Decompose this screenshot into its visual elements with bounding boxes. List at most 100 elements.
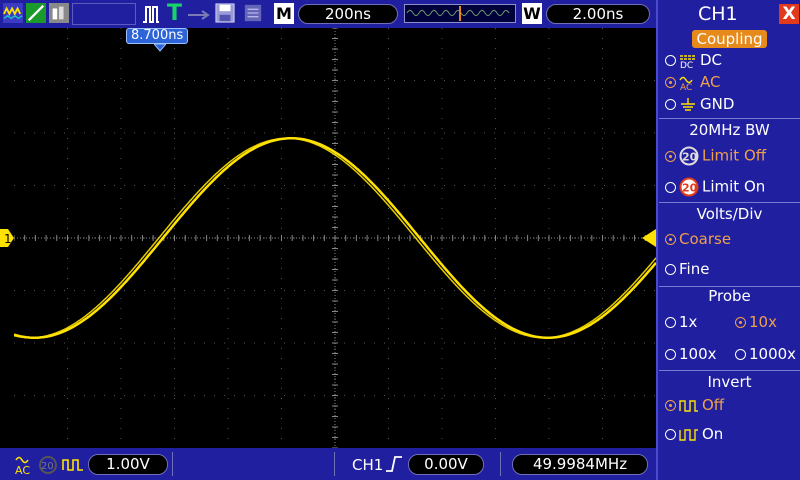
ground-icon [681, 97, 695, 111]
svg-text:20: 20 [682, 182, 698, 195]
trigger-status: T [167, 1, 183, 26]
invert-section: Invert Off On [659, 370, 800, 480]
bw-limit-off-icon: 20 [679, 146, 699, 166]
volts-div-title[interactable]: Volts/Div [659, 205, 800, 223]
bw-limit-icon: 20 [39, 456, 57, 474]
invert-option-on[interactable]: On [665, 425, 723, 443]
radio-icon [665, 429, 676, 440]
bw-limit-on-label: Limit On [702, 177, 766, 196]
svg-text:20: 20 [41, 461, 54, 472]
coupling-option-dc[interactable]: DC DC [665, 51, 722, 69]
coupling-ac-label: AC [700, 73, 721, 91]
frequency-counter-display: 49.9984MHz [512, 454, 648, 475]
radio-icon [665, 99, 676, 110]
bw-option-limit-on[interactable]: 20 Limit On [665, 177, 765, 197]
invert-on-icon [679, 428, 698, 441]
invert-off-label: Off [702, 396, 725, 414]
blank-indicator [72, 3, 136, 25]
probe-title-label: Probe [705, 287, 754, 305]
trigger-level-display[interactable]: 0.00V [408, 454, 484, 475]
probe-option-1000x[interactable]: 1000x [735, 345, 796, 363]
ramp-icon[interactable] [25, 3, 47, 23]
trigger-source-label: CH1 [352, 456, 384, 474]
save-icon[interactable] [214, 3, 236, 23]
radio-selected-icon [665, 77, 676, 88]
invert-on-label: On [702, 425, 724, 443]
radio-icon [665, 181, 676, 193]
radio-selected-icon [735, 317, 746, 328]
bw-limit-title[interactable]: 20MHz BW [659, 121, 800, 139]
ch1-offset-marker[interactable]: 1 [0, 229, 14, 247]
bw-option-limit-off[interactable]: 20 Limit Off [665, 146, 766, 166]
probe-1000x-label: 1000x [749, 345, 797, 363]
invert-title-label: Invert [704, 373, 755, 391]
rising-edge-icon [386, 456, 402, 472]
print-icon[interactable] [242, 3, 264, 23]
bw-limit-title-label: 20MHz BW [686, 121, 773, 139]
invert-title[interactable]: Invert [659, 373, 800, 391]
window-mode-label[interactable]: W [522, 3, 542, 24]
top-status-bar: T M 200ns W 2.00ns [0, 0, 656, 28]
probe-option-10x[interactable]: 10x [735, 313, 777, 331]
waveform-display[interactable] [13, 27, 657, 449]
coupling-option-ac[interactable]: AC AC [665, 73, 720, 91]
pulse-trigger-icon[interactable] [142, 4, 160, 24]
ac-coupling-icon: AC [15, 456, 30, 476]
probe-option-100x[interactable]: 100x [665, 345, 717, 363]
radio-selected-icon [665, 234, 676, 245]
radio-icon [665, 55, 676, 66]
close-icon[interactable]: X [779, 4, 799, 24]
window-timebase-display[interactable]: 2.00ns [546, 4, 650, 24]
coupling-option-gnd[interactable]: GND [665, 95, 734, 113]
bw-limit-off-label: Limit Off [702, 146, 767, 165]
bw-limit-on-icon: 20 [679, 177, 699, 197]
radio-icon [665, 349, 676, 360]
ac-coupling-icon: AC [679, 76, 693, 91]
bottom-divider [172, 452, 173, 476]
svg-text:DC: DC [680, 61, 693, 69]
volts-div-section: Volts/Div Coarse Fine [659, 202, 800, 284]
probe-title[interactable]: Probe [659, 287, 800, 305]
probe-1x-label: 1x [679, 313, 698, 331]
dc-coupling-icon: DC [680, 54, 696, 69]
trigger-position-pointer-icon [154, 44, 166, 52]
coupling-dc-label: DC [700, 51, 723, 69]
probe-100x-label: 100x [679, 345, 717, 363]
volts-div-coarse-label: Coarse [679, 230, 732, 248]
timebase-display[interactable]: 200ns [298, 4, 398, 24]
invert-off-icon [679, 399, 698, 412]
ch1-scale-display[interactable]: 1.00V [88, 454, 168, 475]
ch1-marker-label: 1 [4, 232, 12, 246]
volts-div-option-coarse[interactable]: Coarse [665, 230, 731, 248]
radio-selected-icon [665, 150, 676, 162]
coupling-title-label: Coupling [692, 30, 767, 48]
coupling-title[interactable]: Coupling [659, 30, 800, 48]
channel-side-menu: CH1 X Coupling DC DC AC AC GND 20MHz BW 20… [656, 0, 800, 480]
volts-div-title-label: Volts/Div [693, 205, 766, 223]
probe-option-1x[interactable]: 1x [665, 313, 697, 331]
horizontal-mode-label[interactable]: M [274, 3, 294, 24]
invert-off-icon [62, 459, 83, 471]
volts-div-option-fine[interactable]: Fine [665, 260, 709, 278]
radio-selected-icon [665, 400, 676, 411]
invert-option-off[interactable]: Off [665, 396, 724, 414]
svg-text:AC: AC [680, 83, 692, 91]
persistence-icon[interactable] [48, 3, 70, 23]
side-menu-title: CH1 [698, 3, 738, 25]
trigger-level-marker[interactable] [642, 229, 656, 247]
waveform-math-icon[interactable] [2, 3, 24, 23]
radio-icon [665, 264, 676, 275]
memory-position-indicator[interactable] [404, 4, 516, 23]
usb-icon [188, 10, 210, 20]
radio-icon [735, 349, 746, 360]
trigger-position-marker[interactable]: 8.700ns [126, 28, 189, 44]
coupling-section: Coupling DC DC AC AC GND [659, 28, 800, 116]
bottom-status-bar: AC 20 1.00V CH1 0.00V 49.9984MHz [0, 448, 656, 480]
bw-limit-section: 20MHz BW 20 Limit Off 20 Limit On [659, 118, 800, 200]
svg-text:AC: AC [15, 464, 30, 476]
svg-text:20: 20 [682, 151, 698, 164]
bottom-divider [500, 452, 501, 476]
volts-div-fine-label: Fine [679, 260, 710, 278]
probe-section: Probe 1x 10x 100x 1000x [659, 286, 800, 368]
bottom-divider [334, 452, 335, 476]
